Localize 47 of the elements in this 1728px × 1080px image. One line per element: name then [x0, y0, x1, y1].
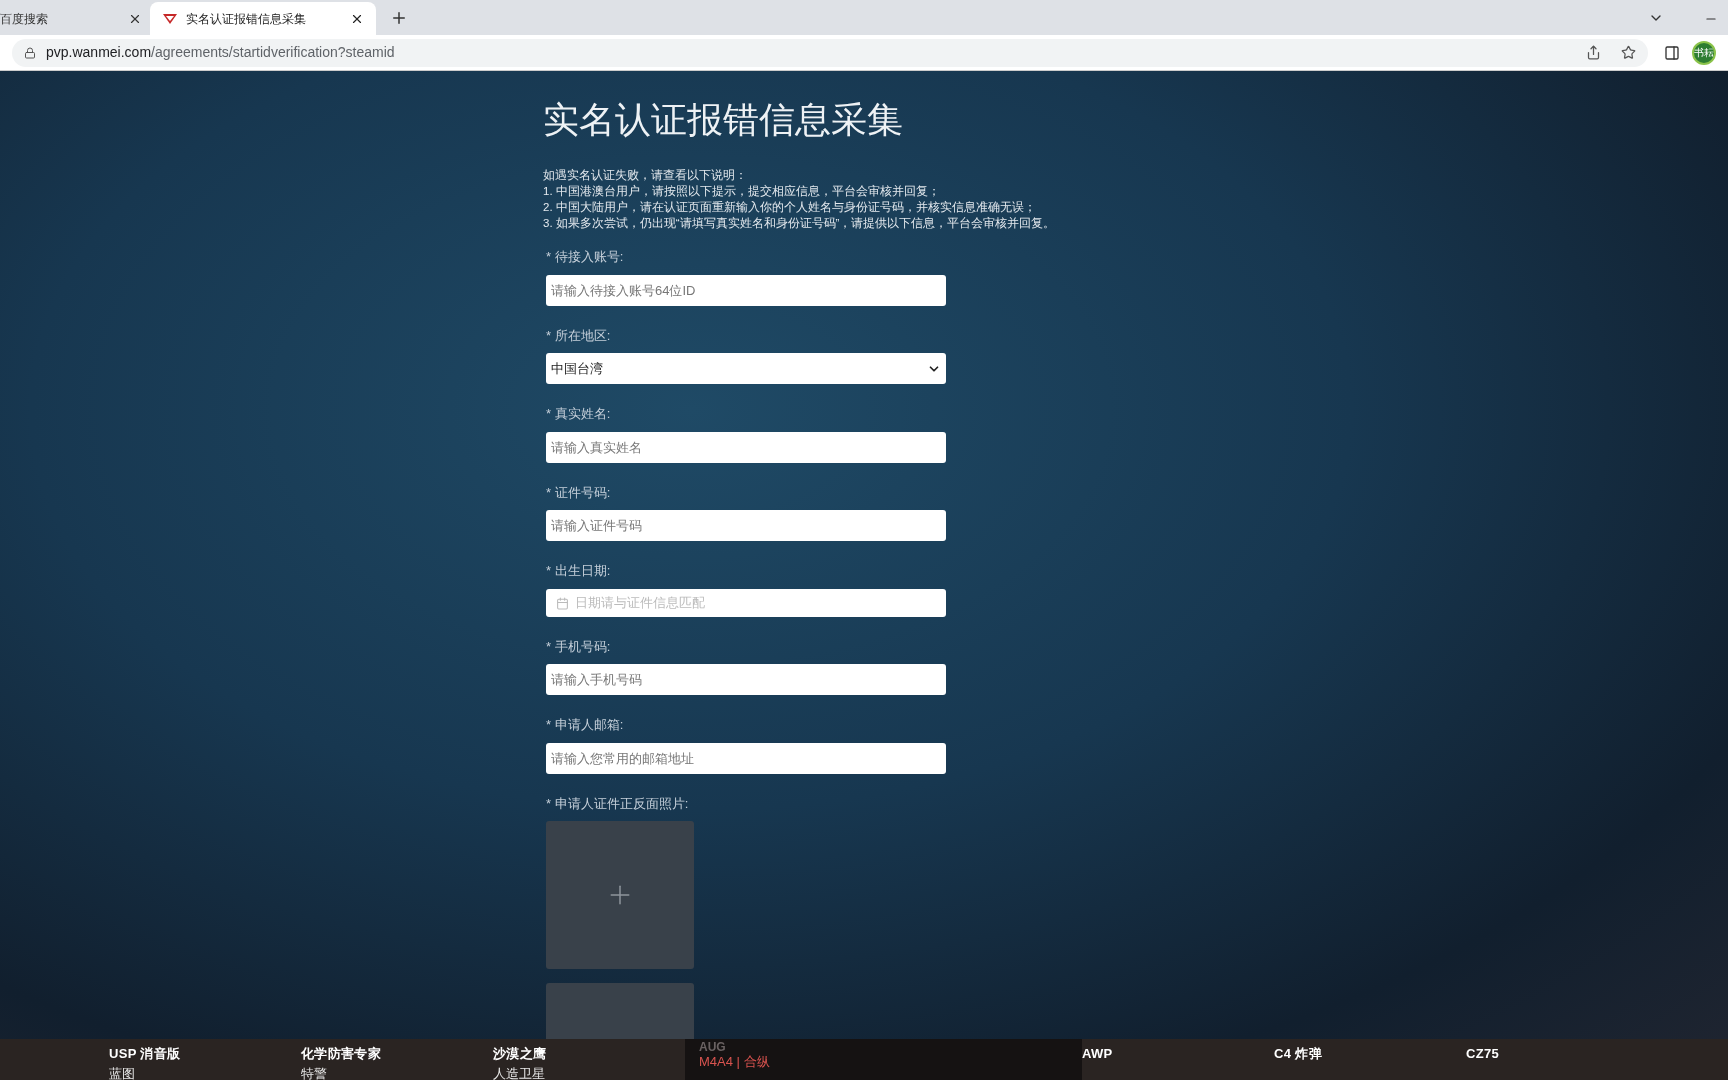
new-tab-icon[interactable]	[390, 9, 408, 27]
upload-tile[interactable]	[546, 821, 694, 969]
weapon-skin: 蓝图	[109, 1064, 136, 1080]
weapon-name: AWP	[1082, 1045, 1114, 1063]
tab-title: 实名认证报错信息采集	[186, 10, 307, 28]
browser-tab[interactable]: 实名认证报错信息采集	[150, 2, 376, 35]
instruction-line: 2. 中国大陆用户，请在认证页面重新输入你的个人姓名与身份证号码，并核实信息准确无误；	[543, 200, 1037, 215]
field-label: * 所在地区:	[546, 326, 612, 345]
region-select[interactable]: 中国台湾	[546, 353, 946, 384]
input-field[interactable]: 请输入待接入账号64位ID	[546, 274, 946, 306]
field-label: * 证件号码:	[546, 483, 612, 502]
site-logo-icon	[162, 12, 178, 25]
share-icon[interactable]	[1586, 45, 1601, 60]
weapon-name: 化学防害专家	[301, 1045, 382, 1063]
field-label: * 手机号码:	[546, 637, 612, 656]
side-panel-icon[interactable]	[1664, 44, 1680, 61]
tab-title: 百度搜索	[0, 10, 49, 28]
input-field[interactable]: 请输入真实姓名	[546, 431, 946, 463]
field-label: * 申请人邮箱:	[546, 716, 625, 734]
weapon-skin: 人造卫星	[493, 1064, 546, 1080]
bookmark-star-icon[interactable]	[1621, 45, 1636, 60]
instruction-line: 如遇实名认证失败，请查看以下说明：	[543, 168, 748, 183]
field-label: * 申请人证件正反面照片:	[546, 794, 690, 813]
input-field[interactable]: 请输入您常用的邮箱地址	[546, 742, 946, 774]
weapon-name: C4 炸弹	[1274, 1045, 1323, 1063]
url-text: pvp.wanmei.com/agreements/startidverification?steamid	[46, 43, 395, 62]
faded-weapon-name: AUG	[699, 1042, 727, 1052]
date-field[interactable]: 日期请与证件信息匹配	[546, 588, 946, 617]
weapon-name: USP 消音版	[109, 1045, 182, 1063]
field-label: * 待接入账号:	[546, 248, 625, 266]
weapon-name: 沙漠之鹰	[493, 1045, 548, 1063]
weapon-name: CZ75	[1466, 1045, 1501, 1063]
browser-tab[interactable]: 百度搜索	[0, 2, 150, 35]
instruction-line: 1. 中国港澳台用户，请按照以下提示，提交相应信息，平台会审核并回复；	[543, 184, 941, 199]
profile-avatar[interactable]: 书耘	[1692, 40, 1716, 65]
upload-tile[interactable]	[546, 983, 694, 1039]
field-label: * 出生日期:	[546, 562, 612, 580]
calendar-icon	[556, 596, 569, 610]
input-field[interactable]: 请输入证件号码	[546, 510, 946, 541]
instruction-line: 3. 如果多次尝试，仍出现“请填写真实姓名和身份证号码”，请提供以下信息，平台会审核并回复。	[543, 216, 1057, 231]
weapon-skin: 特警	[301, 1064, 328, 1080]
field-label: * 真实姓名:	[546, 405, 612, 423]
address-bar[interactable]: pvp.wanmei.com/agreements/startidverification?steamid	[12, 38, 1648, 67]
input-field[interactable]: 请输入手机号码	[546, 664, 946, 695]
lock-icon	[24, 46, 36, 59]
page-title: 实名认证报错信息采集	[543, 98, 904, 142]
weapon-name: M4A4 | 合纵	[699, 1053, 771, 1071]
